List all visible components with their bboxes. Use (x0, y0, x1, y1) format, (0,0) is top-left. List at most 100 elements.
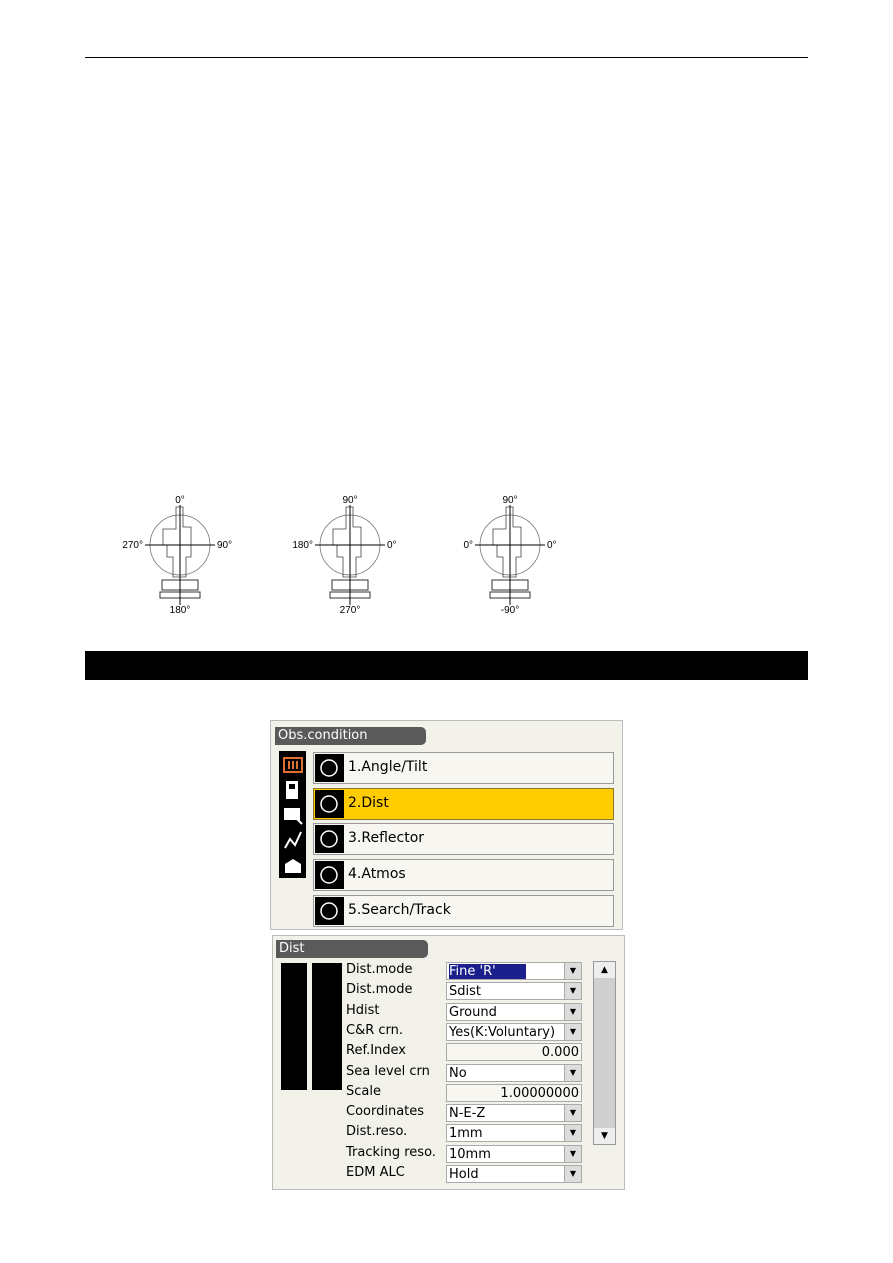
left-angle-label: 270° (122, 540, 143, 551)
menu-item-label: 3.Reflector (348, 830, 425, 847)
obs-condition-screen: Obs.condition 1.Angle/Tilt 2.Dist 3.Refl… (270, 720, 623, 930)
header-rule (85, 57, 808, 58)
select-field[interactable]: N-E-Z ▼ (446, 1104, 582, 1123)
chevron-down-icon[interactable]: ▼ (564, 1145, 581, 1162)
box-icon[interactable] (282, 854, 304, 876)
search-track-icon (315, 896, 344, 925)
setting-row: Ref.Index 0.000 (346, 1043, 586, 1063)
chevron-down-icon[interactable]: ▼ (564, 1166, 581, 1182)
menu-item[interactable]: 4.Atmos (313, 859, 614, 892)
field-value: No (449, 1065, 467, 1081)
setting-label: EDM ALC (346, 1165, 405, 1180)
mode-sidebar[interactable] (279, 751, 306, 878)
setting-row: Tracking reso. 10mm ▼ (346, 1144, 586, 1165)
setting-row: Dist.mode Fine 'R' ▼ (346, 962, 586, 982)
ruler-icon (315, 789, 344, 818)
manual-page: 0° 270° 90° 180° 90° 180° 0° 270° 90° 0°… (0, 0, 893, 1263)
field-value: Yes(K:Voluntary) (449, 1024, 556, 1040)
field-value: Sdist (449, 984, 481, 1000)
display-settings-icon[interactable] (282, 804, 304, 826)
setting-label: Dist.mode (346, 962, 413, 977)
setting-label: Sea level crn (346, 1063, 430, 1079)
field-value: 1.00000000 (500, 1085, 579, 1101)
top-angle-label: 90° (342, 495, 357, 506)
chevron-down-icon[interactable]: ▼ (564, 1064, 581, 1081)
bottom-angle-label: -90° (501, 605, 519, 615)
select-field[interactable]: Hold ▼ (446, 1165, 582, 1183)
mode-sidebar[interactable] (281, 963, 307, 1090)
field-value: Hold (449, 1167, 479, 1182)
communication-icon[interactable] (282, 829, 304, 851)
field-value: N-E-Z (449, 1106, 486, 1122)
scroll-down-button[interactable]: ▼ (594, 1128, 615, 1144)
select-field[interactable]: Yes(K:Voluntary) ▼ (446, 1022, 582, 1041)
right-angle-label: 0° (387, 540, 397, 551)
menu-item-label: 1.Angle/Tilt (348, 759, 428, 775)
theodolite-angle-diagram: 90° 0° 0° -90° (463, 495, 557, 615)
theodolite-angle-diagram: 0° 270° 90° 180° (122, 495, 232, 615)
menu-item[interactable]: 5.Search/Track (313, 894, 614, 927)
setting-row: Scale 1.00000000 (346, 1083, 586, 1104)
chevron-down-icon[interactable]: ▼ (564, 1125, 581, 1142)
setting-label: Hdist (346, 1002, 380, 1018)
bottom-angle-label: 270° (340, 605, 361, 615)
setting-row: Coordinates N-E-Z ▼ (346, 1104, 586, 1124)
setting-row: Sea level crn No ▼ (346, 1063, 586, 1084)
setting-label: Dist.reso. (346, 1124, 408, 1140)
right-angle-label: 90° (217, 540, 232, 551)
setting-label: Scale (346, 1083, 381, 1099)
right-angle-label: 0° (547, 540, 557, 551)
left-angle-label: 180° (292, 540, 313, 551)
setting-label: C&R crn. (346, 1022, 404, 1038)
field-value: 1mm (449, 1126, 483, 1142)
menu-item[interactable]: 1.Angle/Tilt (313, 752, 614, 784)
chevron-down-icon[interactable]: ▼ (564, 1105, 581, 1122)
setting-label: Dist.mode (346, 982, 413, 998)
setting-label: Ref.Index (346, 1043, 406, 1059)
setting-row: Dist.reso. 1mm ▼ (346, 1124, 586, 1144)
setting-row: Hdist Ground ▼ (346, 1002, 586, 1023)
setting-row: EDM ALC Hold ▼ (346, 1165, 586, 1185)
obs-mode-icon[interactable] (282, 754, 304, 776)
select-field[interactable]: No ▼ (446, 1063, 582, 1082)
field-value: Ground (449, 1004, 497, 1020)
left-angle-label: 0° (463, 540, 473, 551)
top-angle-label: 90° (502, 495, 517, 506)
scrollbar[interactable]: ▲ ▼ (593, 961, 616, 1145)
select-field[interactable]: 1mm ▼ (446, 1124, 582, 1143)
bottom-angle-label: 180° (170, 605, 191, 615)
theodolite-angle-diagram: 90° 180° 0° 270° (292, 495, 397, 615)
setting-row: C&R crn. Yes(K:Voluntary) ▼ (346, 1022, 586, 1043)
angle-tilt-icon (315, 754, 344, 782)
category-sidebar[interactable] (312, 963, 342, 1090)
chevron-down-icon[interactable]: ▼ (564, 1023, 581, 1040)
select-field[interactable]: Sdist ▼ (446, 982, 582, 1001)
weather-icon (315, 861, 344, 890)
section-heading-bar (85, 651, 808, 680)
chevron-down-icon[interactable]: ▼ (564, 983, 581, 1000)
chevron-down-icon[interactable]: ▼ (564, 1003, 581, 1020)
chevron-down-icon[interactable]: ▼ (564, 963, 581, 979)
screen-title: Dist (276, 940, 428, 958)
dist-screen: Dist Dist.mode Fine 'R' ▼ Dist.mode Sdist… (272, 935, 625, 1190)
menu-item-label: 5.Search/Track (348, 901, 451, 918)
menu-item[interactable]: 2.Dist (313, 787, 614, 820)
menu-item[interactable]: 3.Reflector (313, 823, 614, 856)
menu-item-label: 2.Dist (348, 794, 389, 811)
screen-title: Obs.condition (275, 727, 426, 745)
number-field[interactable]: 1.00000000 (446, 1083, 582, 1102)
top-angle-label: 0° (175, 495, 185, 506)
select-field[interactable]: Fine 'R' ▼ (446, 962, 582, 980)
number-field[interactable]: 0.000 (446, 1043, 582, 1062)
reflector-icon (315, 825, 344, 854)
setting-label: Tracking reso. (346, 1144, 436, 1160)
setting-label: Coordinates (346, 1104, 425, 1120)
setting-row: Dist.mode Sdist ▼ (346, 982, 586, 1002)
select-field[interactable]: 10mm ▼ (446, 1144, 582, 1163)
field-value: 10mm (449, 1146, 491, 1162)
menu-item-label: 4.Atmos (348, 866, 406, 883)
instrument-icon[interactable] (282, 779, 304, 801)
scroll-up-button[interactable]: ▲ (594, 962, 615, 978)
field-value: 0.000 (541, 1045, 579, 1061)
select-field[interactable]: Ground ▼ (446, 1002, 582, 1021)
